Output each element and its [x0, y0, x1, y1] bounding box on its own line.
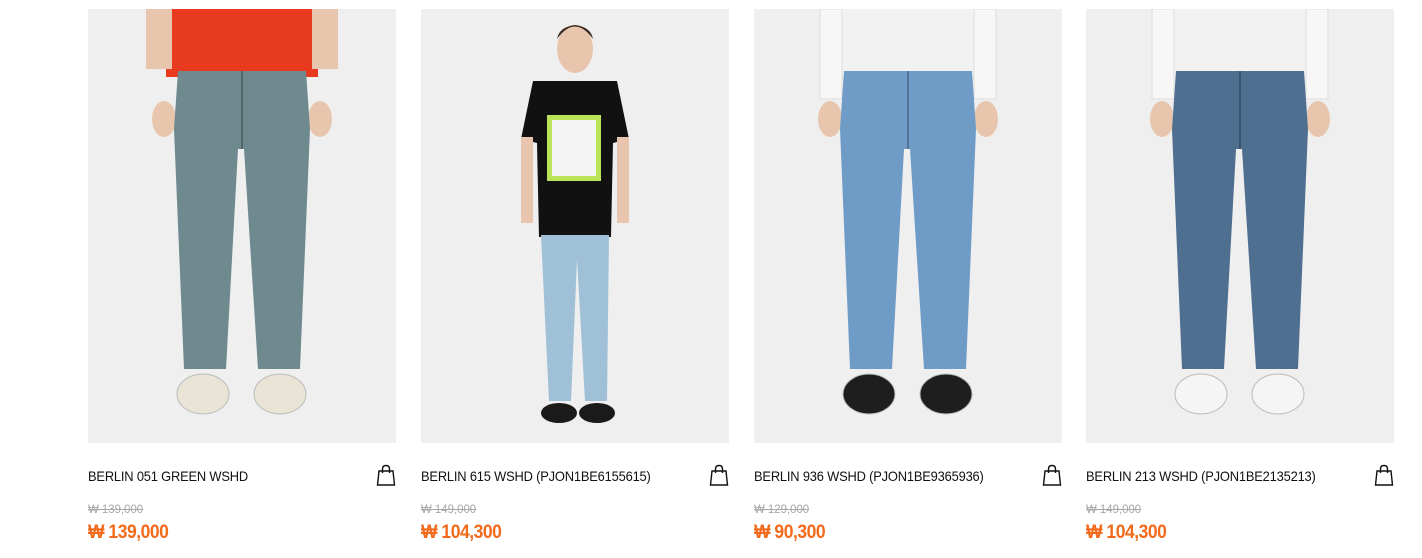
original-price: ₩ 129,000 — [754, 502, 810, 516]
product-image[interactable] — [421, 9, 729, 443]
sale-price: ₩ 139,000 — [88, 522, 169, 543]
sale-price: ₩ 90,300 — [754, 522, 826, 543]
product-photo — [818, 9, 998, 415]
original-price: ₩ 139,000 — [88, 502, 144, 516]
sale-price: ₩ 104,300 — [1086, 522, 1167, 543]
original-price: ₩ 149,000 — [421, 502, 477, 516]
product-name[interactable]: BERLIN 213 WSHD (PJON1BE2135213) — [1086, 468, 1334, 484]
shopping-bag-icon[interactable] — [1042, 464, 1062, 486]
shopping-bag-icon[interactable] — [1374, 464, 1394, 486]
product-photo — [521, 25, 629, 423]
original-price: ₩ 149,000 — [1086, 502, 1142, 516]
product-card: BERLIN 936 WSHD (PJON1BE9365936) ₩ 129,0… — [754, 0, 1062, 558]
product-name[interactable]: BERLIN 615 WSHD (PJON1BE6155615) — [421, 468, 669, 484]
product-image[interactable] — [1086, 9, 1394, 443]
product-card: BERLIN 615 WSHD (PJON1BE6155615) ₩ 149,0… — [421, 0, 729, 558]
shopping-bag-icon[interactable] — [376, 464, 396, 486]
product-grid: BERLIN 051 GREEN WSHD ₩ 139,000 ₩ 139,00… — [0, 0, 1422, 558]
product-card: BERLIN 051 GREEN WSHD ₩ 139,000 ₩ 139,00… — [88, 0, 396, 558]
product-image[interactable] — [754, 9, 1062, 443]
product-name[interactable]: BERLIN 051 GREEN WSHD — [88, 468, 336, 484]
product-photo — [1150, 9, 1330, 415]
product-card: BERLIN 213 WSHD (PJON1BE2135213) ₩ 149,0… — [1086, 0, 1394, 558]
product-name[interactable]: BERLIN 936 WSHD (PJON1BE9365936) — [754, 468, 1002, 484]
shopping-bag-icon[interactable] — [709, 464, 729, 486]
product-image[interactable] — [88, 9, 396, 443]
sale-price: ₩ 104,300 — [421, 522, 502, 543]
product-photo — [146, 9, 338, 415]
